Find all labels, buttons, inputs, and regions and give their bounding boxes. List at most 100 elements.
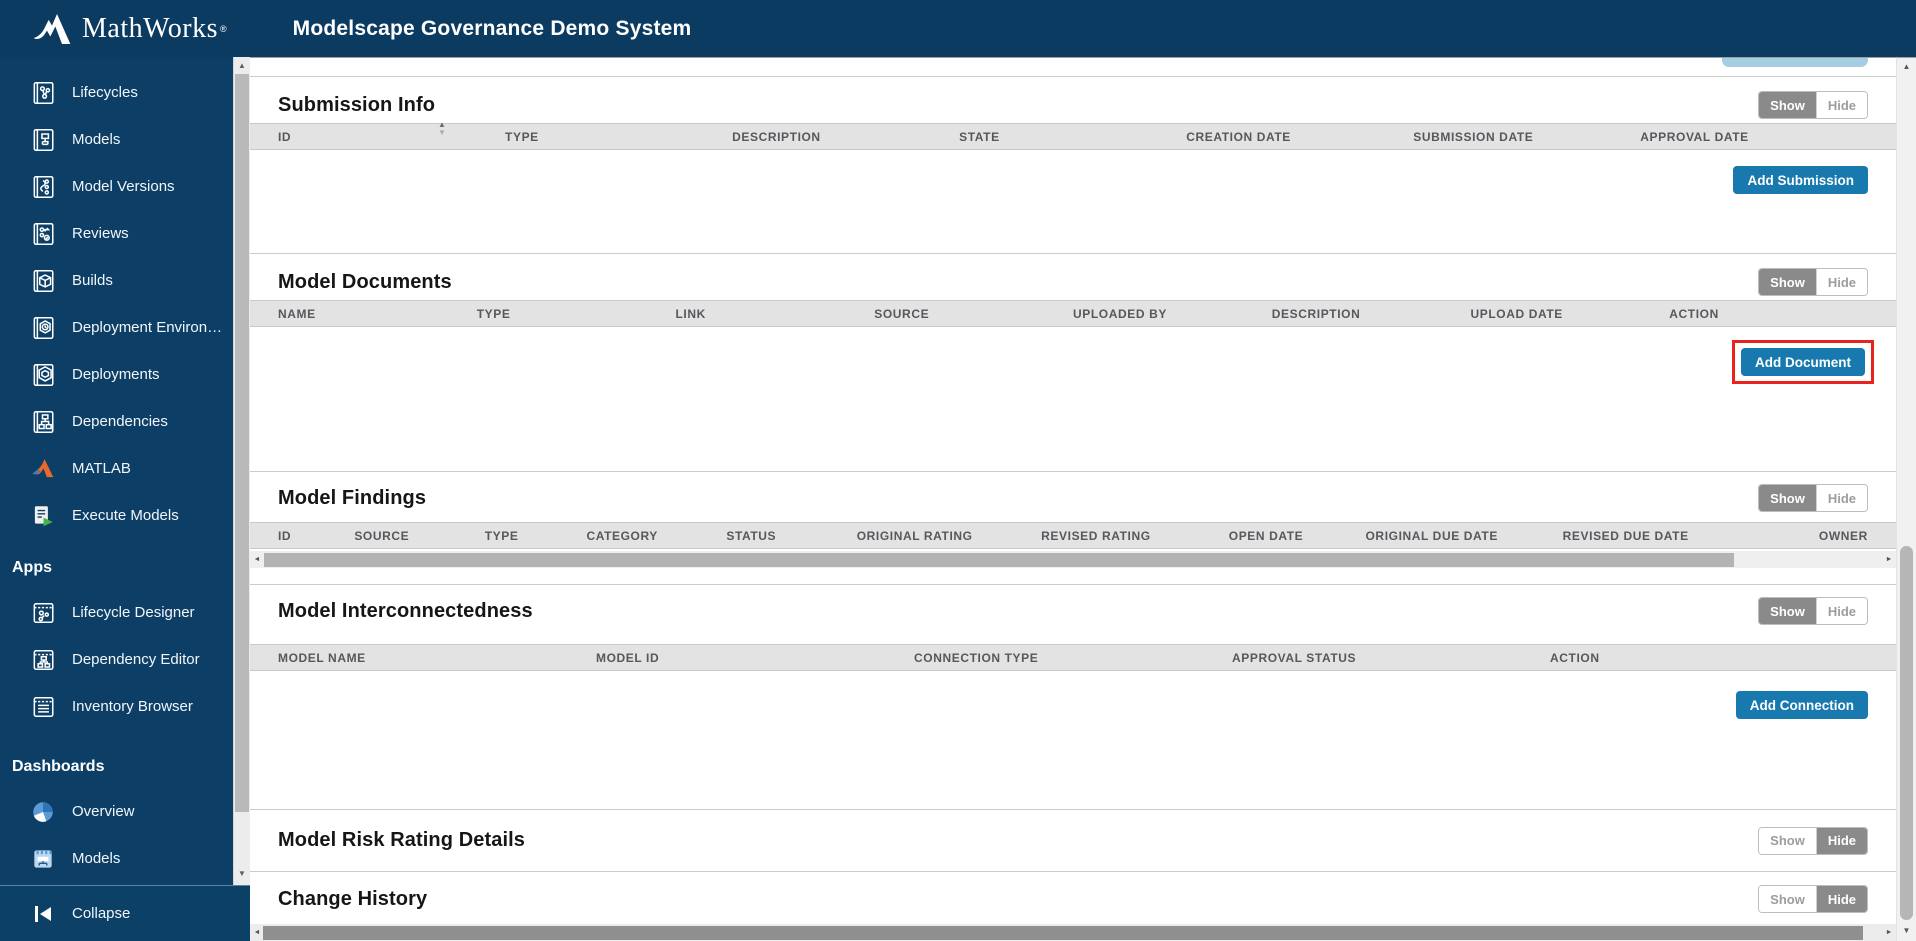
main-horizontal-scrollbar[interactable]: ◄ ►	[250, 924, 1896, 941]
column-header-original-due-date: ORIGINAL DUE DATE	[1366, 529, 1563, 543]
sidebar-item-overview[interactable]: Overview	[0, 788, 233, 835]
mathworks-brand[interactable]: MathWorks®	[32, 12, 227, 46]
sidebar-item-label: Reviews	[72, 225, 129, 242]
column-header-action: ACTION	[1669, 307, 1868, 321]
add-submission-button[interactable]: Add Submission	[1733, 166, 1868, 194]
column-header-owner: OWNER	[1747, 529, 1868, 543]
section-title: Model Documents	[278, 271, 452, 294]
overview-pie-icon	[30, 799, 56, 825]
show-button[interactable]: Show	[1759, 485, 1816, 511]
registered-mark: ®	[220, 24, 227, 34]
column-header-submission-date: SUBMISSION DATE	[1413, 130, 1640, 144]
scroll-down-icon[interactable]: ▼	[234, 867, 250, 881]
sidebar-item-label: Dependency Editor	[72, 651, 200, 668]
sidebar-item-execute-models[interactable]: Execute Models	[0, 492, 233, 539]
show-button[interactable]: Show	[1759, 269, 1816, 295]
column-header-source: SOURCE	[874, 307, 1073, 321]
column-header-description: DESCRIPTION	[1272, 307, 1471, 321]
scroll-up-icon[interactable]: ▲	[1897, 62, 1916, 71]
sidebar-item-label: Deployments	[72, 366, 160, 383]
dependency-editor-icon	[30, 647, 56, 673]
collapse-icon	[30, 901, 56, 927]
main-vertical-scrollbar[interactable]: ▲ ▼	[1896, 57, 1916, 941]
sidebar-item-label: Lifecycle Designer	[72, 604, 195, 621]
main-content: Submission Info Show Hide ID ▲▼ TYPE DES…	[250, 57, 1896, 941]
findings-scrollbar-thumb[interactable]	[264, 553, 1734, 567]
hide-button[interactable]: Hide	[1816, 92, 1867, 118]
sidebar-item-models[interactable]: Models	[0, 116, 233, 163]
show-hide-toggle: Show Hide	[1758, 885, 1868, 913]
scroll-right-icon[interactable]: ►	[1882, 924, 1896, 941]
model-interconnectedness-section: Model Interconnectedness Show Hide MODEL…	[250, 584, 1896, 809]
sidebar-item-deployment-environments[interactable]: Deployment Environm…	[0, 304, 233, 351]
highlight-box: Add Document	[1732, 340, 1874, 384]
collapse-label: Collapse	[72, 905, 130, 922]
section-title: Model Interconnectedness	[278, 600, 533, 623]
models-icon	[30, 127, 56, 153]
show-button[interactable]: Show	[1759, 92, 1816, 118]
findings-horizontal-scrollbar[interactable]: ◄ ►	[250, 551, 1896, 568]
column-header-model-name: MODEL NAME	[278, 651, 596, 665]
hide-button[interactable]: Hide	[1816, 598, 1867, 624]
app-window: MathWorks® Modelscape Governance Demo Sy…	[0, 0, 1916, 941]
sidebar-item-reviews[interactable]: Reviews	[0, 210, 233, 257]
scroll-up-icon[interactable]: ▲	[234, 59, 250, 73]
documents-table-header: NAME TYPE LINK SOURCE UPLOADED BY DESCRI…	[250, 300, 1896, 327]
model-documents-section: Model Documents Show Hide NAME TYPE LINK…	[250, 253, 1896, 471]
sidebar-item-label: Lifecycles	[72, 84, 138, 101]
page-title: Modelscape Governance Demo System	[293, 17, 692, 41]
sidebar-item-deployments[interactable]: Deployments	[0, 351, 233, 398]
hide-button[interactable]: Hide	[1816, 828, 1867, 854]
model-versions-icon	[30, 174, 56, 200]
scroll-down-icon[interactable]: ▼	[1897, 926, 1916, 935]
add-connection-button[interactable]: Add Connection	[1736, 691, 1868, 719]
column-header-revised-due-date: REVISED DUE DATE	[1563, 529, 1747, 543]
sidebar-item-dependencies[interactable]: Dependencies	[0, 398, 233, 445]
show-button[interactable]: Show	[1759, 598, 1816, 624]
column-header-type: TYPE	[485, 529, 587, 543]
sidebar-item-inventory-browser[interactable]: Inventory Browser	[0, 683, 233, 730]
show-hide-toggle: Show Hide	[1758, 827, 1868, 855]
sidebar-section-dashboards: Dashboards	[0, 746, 233, 788]
sidebar-scrollbar[interactable]: ▲ ▼	[233, 57, 250, 885]
show-button[interactable]: Show	[1759, 828, 1816, 854]
deployment-environments-icon	[30, 315, 56, 341]
sidebar-item-model-versions[interactable]: Model Versions	[0, 163, 233, 210]
scroll-left-icon[interactable]: ◄	[250, 924, 264, 941]
hide-button[interactable]: Hide	[1816, 485, 1867, 511]
main-horizontal-scrollbar-thumb[interactable]	[263, 926, 1863, 940]
sidebar-item-builds[interactable]: Builds	[0, 257, 233, 304]
column-header-approval-status: APPROVAL STATUS	[1232, 651, 1550, 665]
scroll-right-icon[interactable]: ►	[1882, 551, 1896, 568]
main-vertical-scrollbar-thumb[interactable]	[1900, 546, 1913, 920]
scroll-left-icon[interactable]: ◄	[250, 551, 264, 568]
sidebar-item-dependency-editor[interactable]: Dependency Editor	[0, 636, 233, 683]
column-header-status: STATUS	[726, 529, 856, 543]
column-header-state: STATE	[959, 130, 1186, 144]
sidebar-nav-list: Lifecycles Models Model Versions	[0, 57, 233, 882]
hide-button[interactable]: Hide	[1816, 886, 1867, 912]
partially-visible-button[interactable]	[1722, 58, 1868, 67]
sidebar-item-models-dashboard[interactable]: Models	[0, 835, 233, 882]
sidebar-item-lifecycles[interactable]: Lifecycles	[0, 69, 233, 116]
sidebar-item-label: Inventory Browser	[72, 698, 193, 715]
sidebar-item-label: Models	[72, 131, 120, 148]
show-button[interactable]: Show	[1759, 886, 1816, 912]
add-document-button[interactable]: Add Document	[1741, 348, 1865, 376]
column-header-type: TYPE	[477, 307, 676, 321]
sidebar-item-matlab[interactable]: MATLAB	[0, 445, 233, 492]
sort-icon[interactable]: ▲▼	[438, 121, 447, 137]
column-header-type: TYPE	[505, 130, 732, 144]
sidebar-collapse-button[interactable]: Collapse	[0, 885, 250, 941]
sidebar-item-label: Deployment Environm…	[72, 319, 233, 336]
hide-button[interactable]: Hide	[1816, 269, 1867, 295]
submission-table-header: ID ▲▼ TYPE DESCRIPTION STATE CREATION DA…	[250, 123, 1896, 150]
sidebar-item-lifecycle-designer[interactable]: Lifecycle Designer	[0, 589, 233, 636]
show-hide-toggle: Show Hide	[1758, 268, 1868, 296]
lifecycles-icon	[30, 80, 56, 106]
deployments-icon	[30, 362, 56, 388]
column-header-action: ACTION	[1550, 651, 1868, 665]
sidebar-scrollbar-thumb[interactable]	[235, 74, 249, 812]
interconnect-table-header: MODEL NAME MODEL ID CONNECTION TYPE APPR…	[250, 644, 1896, 671]
top-header-bar: MathWorks® Modelscape Governance Demo Sy…	[0, 0, 1916, 57]
